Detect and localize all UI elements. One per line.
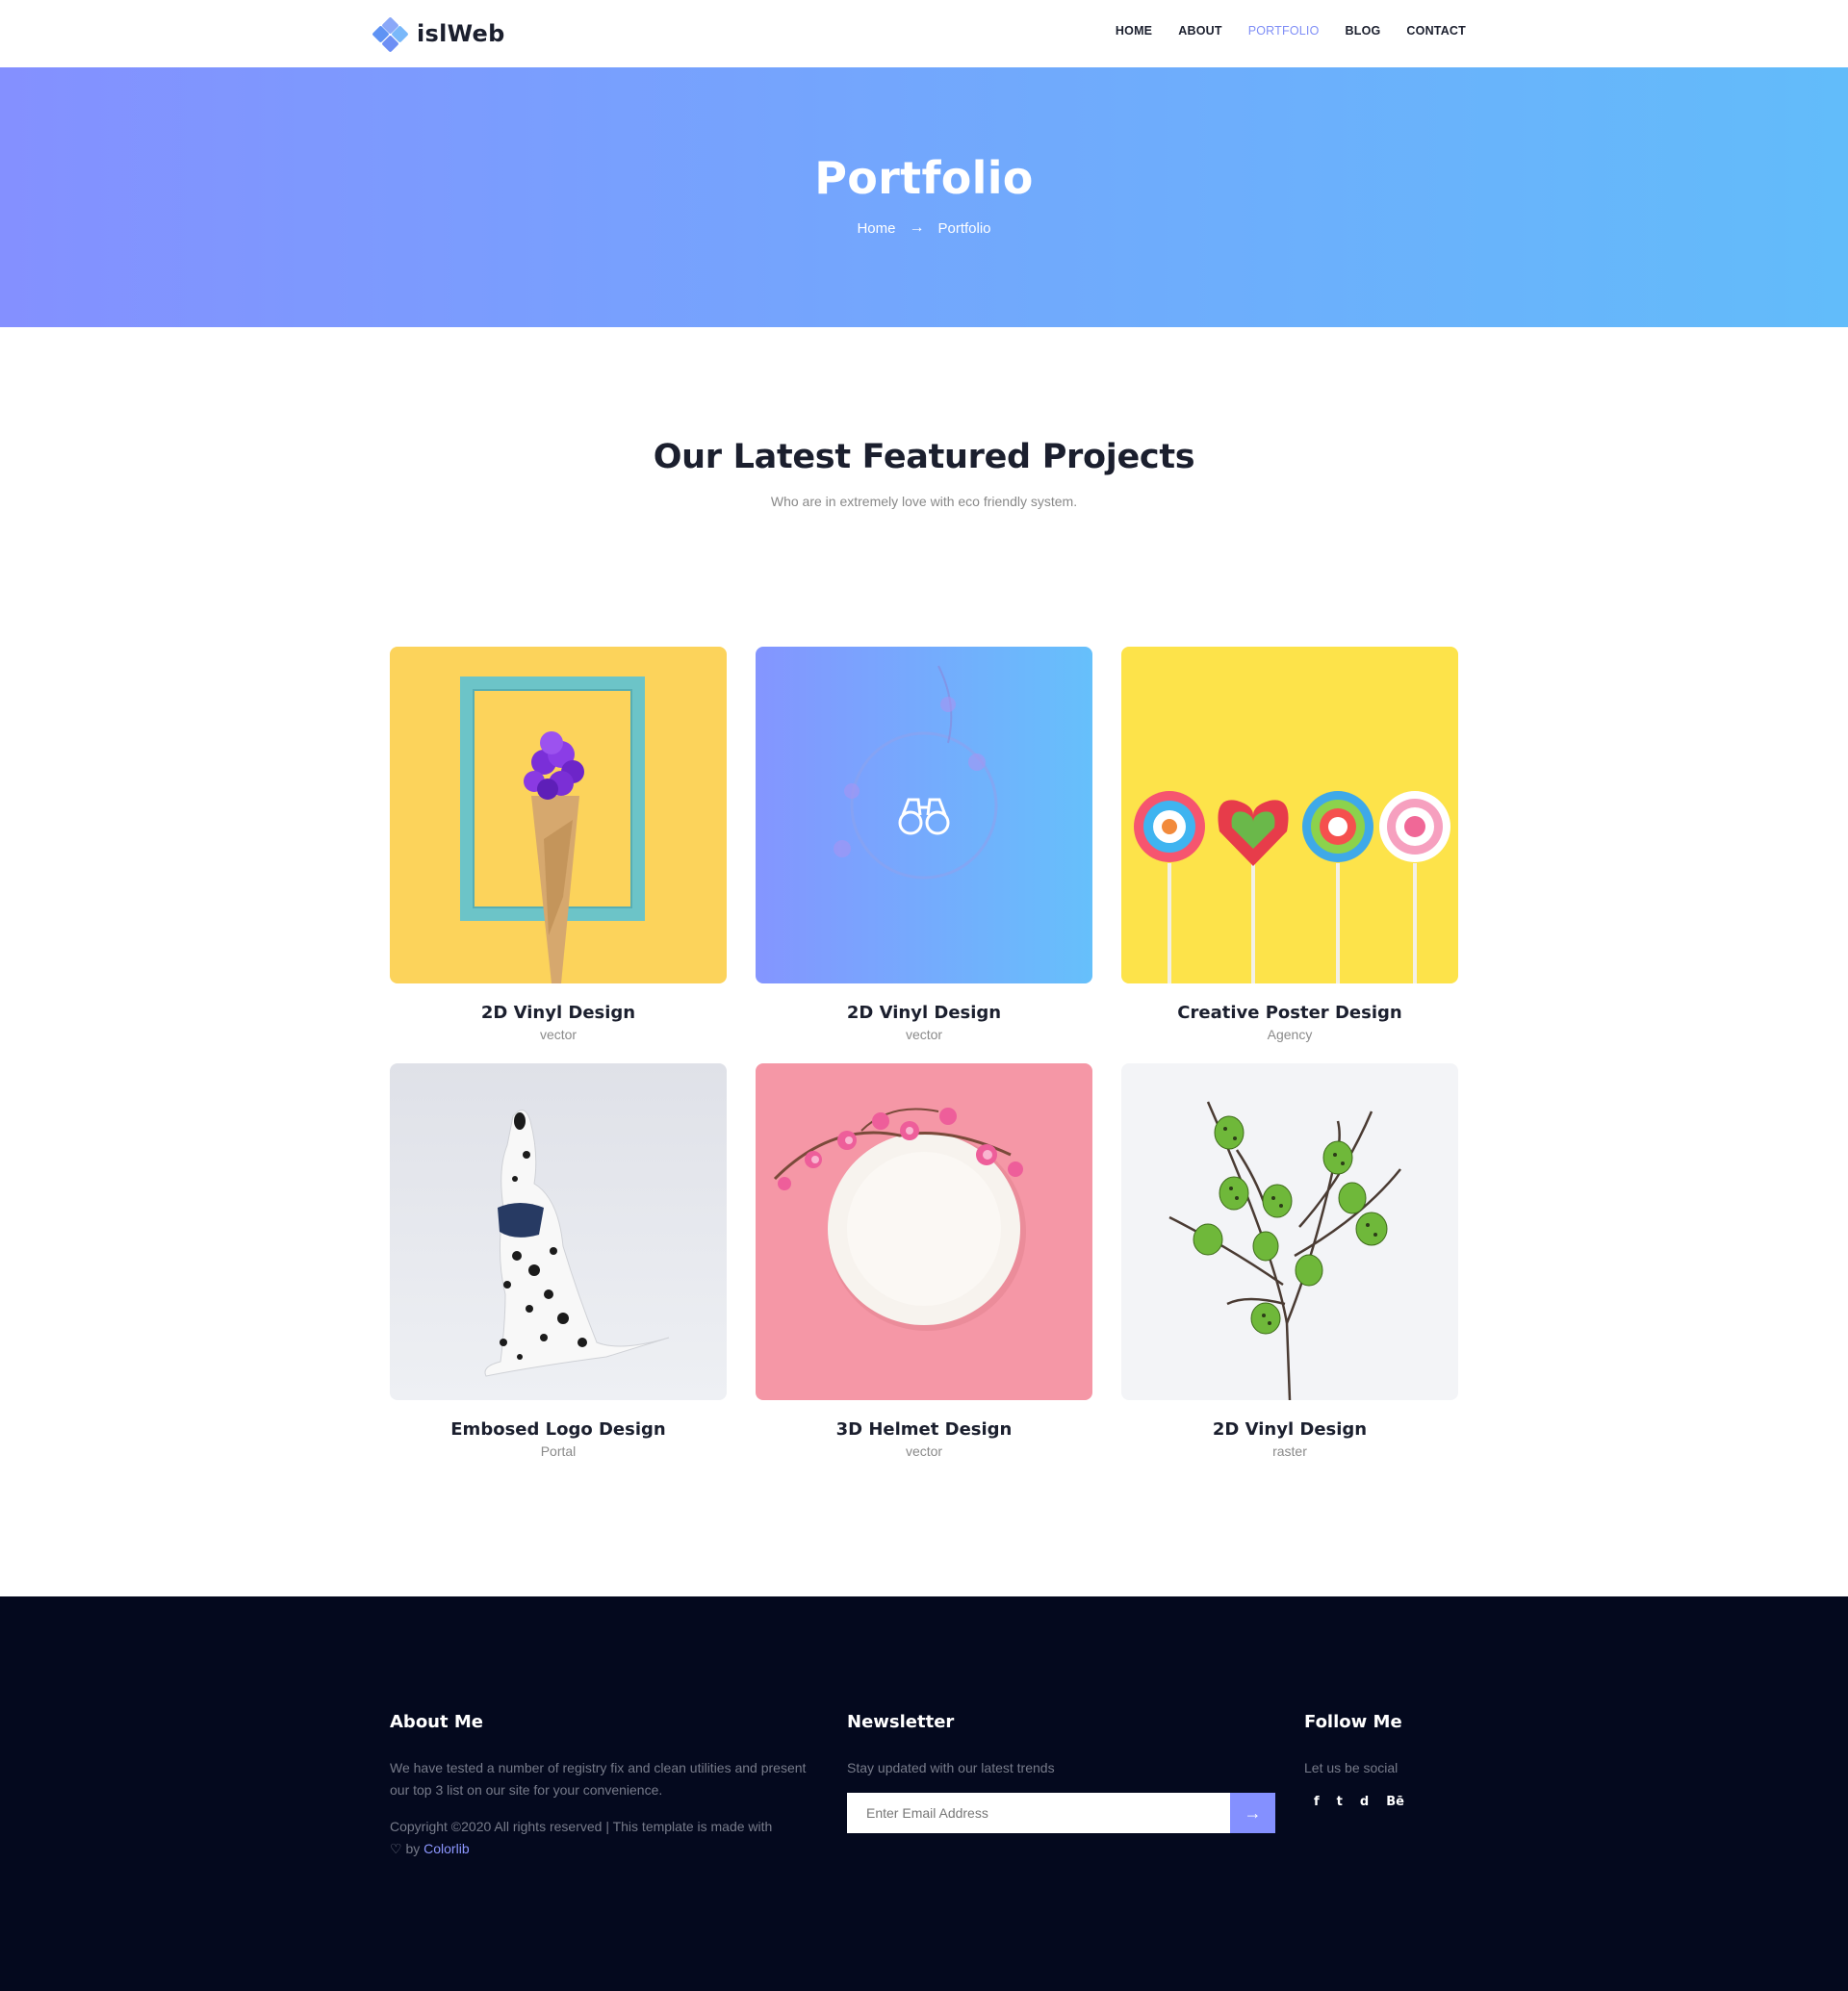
copyright: Copyright ©2020 All rights reserved | Th… — [390, 1816, 818, 1860]
section-subtitle: Who are in extremely love with eco frien… — [770, 494, 1078, 509]
page-title: Portfolio — [814, 152, 1034, 204]
portfolio-item[interactable]: Embosed Logo Design Portal — [390, 1063, 727, 1459]
main-nav: HOME ABOUT PORTFOLIO BLOG CONTACT — [1116, 24, 1466, 38]
behance-icon[interactable]: Bē — [1386, 1795, 1404, 1809]
project-category: raster — [1272, 1443, 1307, 1459]
facebook-icon[interactable]: f — [1314, 1795, 1320, 1809]
portfolio-image-plate[interactable] — [756, 1063, 1092, 1400]
newsletter-title: Newsletter — [847, 1712, 955, 1732]
newsletter-text: Stay updated with our latest trends — [847, 1760, 1055, 1775]
portfolio-item[interactable]: 2D Vinyl Design raster — [1121, 1063, 1458, 1459]
footer-about-title: About Me — [390, 1712, 483, 1732]
project-category: vector — [539, 1027, 578, 1042]
copyright-by: by — [405, 1841, 421, 1856]
portfolio-image-branch-eggs[interactable] — [1121, 1063, 1458, 1400]
footer-newsletter: Newsletter Stay updated with our latest … — [847, 1712, 1275, 1833]
breadcrumb-current[interactable]: Portfolio — [937, 220, 990, 237]
nav-contact[interactable]: CONTACT — [1406, 24, 1466, 38]
portfolio-image-hover[interactable] — [756, 647, 1092, 983]
twitter-icon[interactable]: t — [1337, 1795, 1343, 1809]
project-title[interactable]: 3D Helmet Design — [756, 1419, 1092, 1440]
breadcrumb-home[interactable]: Home — [857, 220, 895, 237]
portfolio-item[interactable]: 2D Vinyl Design vector — [756, 647, 1092, 1042]
project-title[interactable]: Embosed Logo Design — [390, 1419, 727, 1440]
section-header: Our Latest Featured Projects Who are in … — [0, 438, 1848, 509]
portfolio-item[interactable]: 2D Vinyl Design vector — [390, 647, 727, 1042]
brand-name: islWeb — [417, 20, 505, 47]
social-links: f t d Bē — [1304, 1795, 1497, 1809]
footer-about-text: We have tested a number of registry fix … — [390, 1760, 807, 1798]
footer-about: About Me We have tested a number of regi… — [390, 1712, 818, 1860]
logo-icon — [372, 16, 409, 53]
project-category: Portal — [540, 1443, 577, 1459]
logo[interactable]: islWeb — [372, 15, 505, 53]
project-title[interactable]: 2D Vinyl Design — [390, 1003, 727, 1023]
breadcrumb: Home → Portfolio — [0, 219, 1848, 237]
nav-blog[interactable]: BLOG — [1346, 24, 1381, 38]
site-header: islWeb HOME ABOUT PORTFOLIO BLOG CONTACT — [0, 0, 1848, 67]
nav-about[interactable]: ABOUT — [1178, 24, 1221, 38]
binoculars-icon[interactable] — [895, 794, 953, 836]
project-title[interactable]: 2D Vinyl Design — [756, 1003, 1092, 1023]
newsletter-form: → — [847, 1793, 1275, 1833]
newsletter-email-input[interactable] — [847, 1793, 1230, 1833]
portfolio-image-lollipops[interactable] — [1121, 647, 1458, 983]
page-banner: Portfolio Home → Portfolio — [0, 67, 1848, 327]
project-category: vector — [905, 1027, 943, 1042]
portfolio-item[interactable]: Creative Poster Design Agency — [1121, 647, 1458, 1042]
nav-portfolio[interactable]: PORTFOLIO — [1248, 24, 1320, 38]
follow-title: Follow Me — [1304, 1712, 1402, 1732]
project-title[interactable]: 2D Vinyl Design — [1121, 1419, 1458, 1440]
dribbble-icon[interactable]: d — [1360, 1795, 1369, 1809]
arrow-right-icon: → — [909, 219, 925, 236]
section-title: Our Latest Featured Projects — [653, 438, 1195, 476]
copyright-text: Copyright ©2020 All rights reserved | Th… — [390, 1819, 773, 1834]
project-category: Agency — [1267, 1027, 1313, 1042]
portfolio-item[interactable]: 3D Helmet Design vector — [756, 1063, 1092, 1459]
project-category: vector — [905, 1443, 943, 1459]
nav-home[interactable]: HOME — [1116, 24, 1152, 38]
heart-icon: ♡ — [390, 1841, 402, 1856]
project-title[interactable]: Creative Poster Design — [1121, 1003, 1458, 1023]
follow-text: Let us be social — [1304, 1760, 1399, 1775]
newsletter-submit-button[interactable]: → — [1230, 1793, 1275, 1833]
site-footer: About Me We have tested a number of regi… — [0, 1596, 1848, 1991]
footer-follow: Follow Me Let us be social f t d Bē — [1304, 1712, 1497, 1809]
colorlib-link[interactable]: Colorlib — [424, 1841, 469, 1856]
portfolio-image-dalmatian[interactable] — [390, 1063, 727, 1400]
portfolio-image-flower-cone[interactable] — [390, 647, 727, 983]
